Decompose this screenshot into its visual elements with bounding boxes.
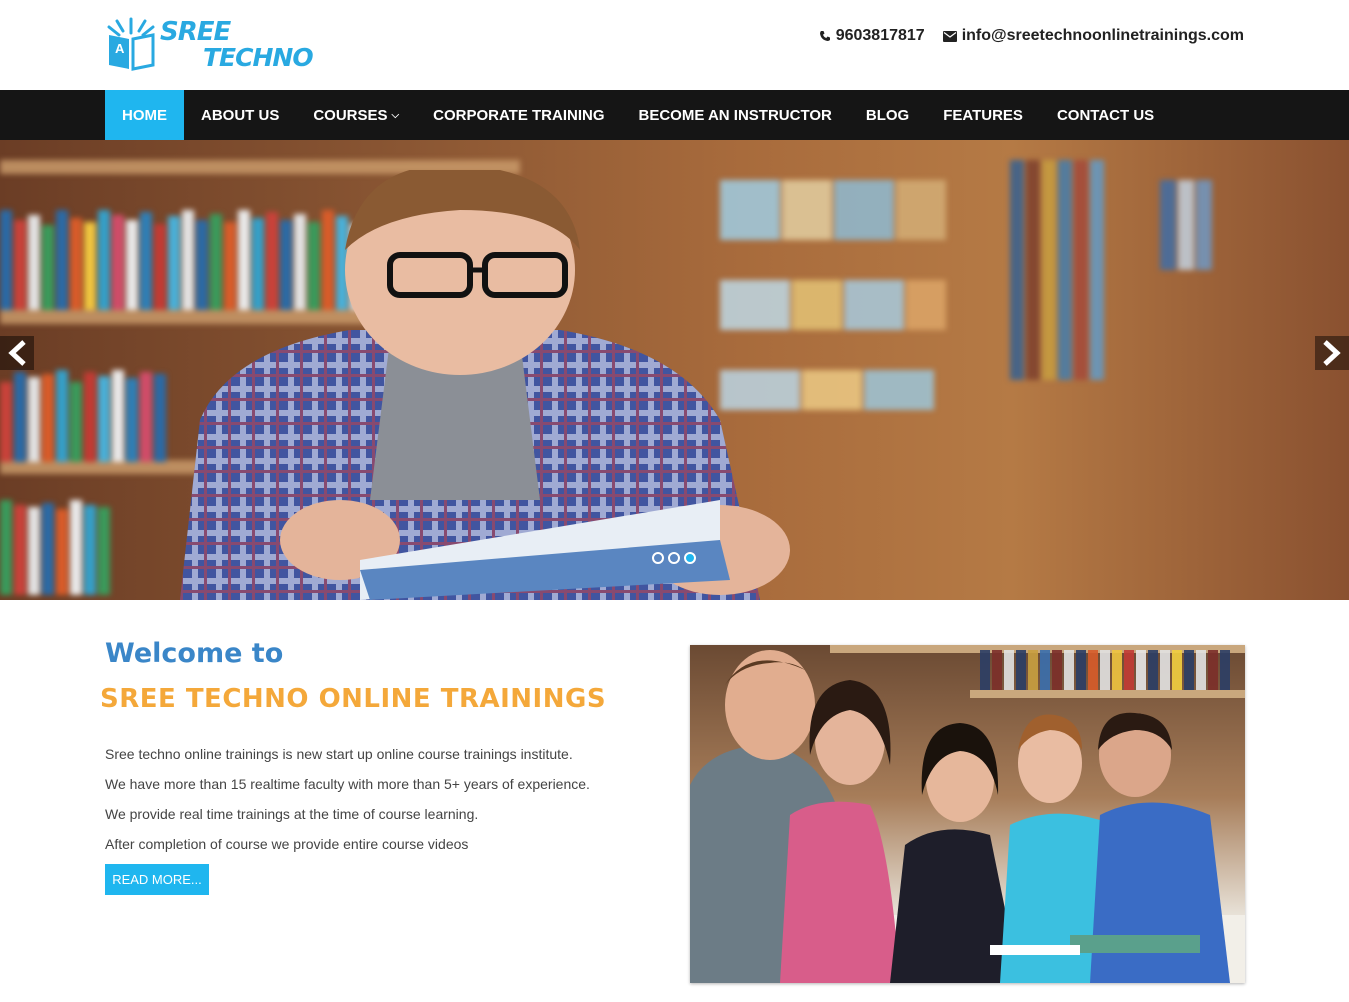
welcome-heading: Welcome to	[105, 638, 284, 669]
students-illustration	[690, 645, 1245, 983]
arrow-right-icon	[1323, 340, 1341, 366]
slider-pagination	[652, 552, 696, 564]
read-more-button[interactable]: READ MORE...	[105, 864, 209, 895]
email-contact[interactable]: info@sreetechnoonlinetrainings.com	[942, 27, 1244, 45]
nav-item-courses[interactable]: COURSES ⌵	[296, 90, 416, 140]
slider-dot-3[interactable]	[684, 552, 696, 564]
logo-text-line2: TECHNO	[203, 43, 314, 72]
nav-item-become-instructor[interactable]: BECOME AN INSTRUCTOR	[622, 90, 849, 140]
envelope-icon	[942, 30, 957, 42]
phone-contact[interactable]: 9603817817	[819, 27, 925, 45]
nav-label: COURSES	[313, 106, 388, 124]
slider-dot-2[interactable]	[668, 552, 680, 564]
phone-icon	[819, 31, 830, 41]
email-address: info@sreetechnoonlinetrainings.com	[961, 27, 1244, 44]
student-reading-image	[180, 170, 790, 600]
welcome-description: Sree techno online trainings is new star…	[105, 744, 590, 864]
students-group-image	[690, 645, 1245, 983]
hero-slider	[0, 140, 1349, 600]
nav-item-contact-us[interactable]: CONTACT US	[1040, 90, 1171, 140]
welcome-paragraph: We provide real time trainings at the ti…	[105, 806, 479, 822]
nav-label: CONTACT US	[1056, 106, 1155, 124]
nav-item-features[interactable]: FEATURES	[926, 90, 1040, 140]
welcome-paragraph: Sree techno online trainings is new star…	[105, 746, 573, 762]
nav-label: BECOME AN INSTRUCTOR	[638, 106, 832, 124]
welcome-paragraph: After completion of course we provide en…	[105, 836, 469, 852]
main-navigation: HOME ABOUT US COURSES ⌵ CORPORATE TRAININ…	[0, 90, 1349, 140]
nav-label: BLOG	[865, 106, 910, 124]
chevron-down-icon: ⌵	[391, 109, 400, 121]
slider-next-button[interactable]	[1315, 336, 1349, 370]
logo-badge: A	[115, 41, 125, 56]
nav-label: FEATURES	[943, 106, 1023, 124]
nav-label: HOME	[122, 106, 167, 124]
site-header: A SREE TECHNO 9603817817 info@sreetechno…	[0, 0, 1349, 90]
slider-prev-button[interactable]	[0, 336, 34, 370]
book-logo-icon	[107, 17, 155, 71]
arrow-left-icon	[8, 340, 26, 366]
nav-label: CORPORATE TRAINING	[433, 106, 605, 124]
phone-number: 9603817817	[835, 27, 925, 44]
nav-item-corporate-training[interactable]: CORPORATE TRAINING	[416, 90, 621, 140]
site-logo[interactable]: A SREE TECHNO	[105, 17, 314, 73]
company-name-heading: SREE TECHNO ONLINE TRAININGS	[100, 684, 607, 714]
nav-item-blog[interactable]: BLOG	[849, 90, 926, 140]
nav-item-about-us[interactable]: ABOUT US	[184, 90, 296, 140]
nav-item-home[interactable]: HOME	[105, 90, 184, 140]
slider-dot-1[interactable]	[652, 552, 664, 564]
header-contact: 9603817817 info@sreetechnoonlinetraining…	[819, 27, 1244, 45]
nav-label: ABOUT US	[201, 106, 280, 124]
welcome-paragraph: We have more than 15 realtime faculty wi…	[105, 776, 590, 792]
